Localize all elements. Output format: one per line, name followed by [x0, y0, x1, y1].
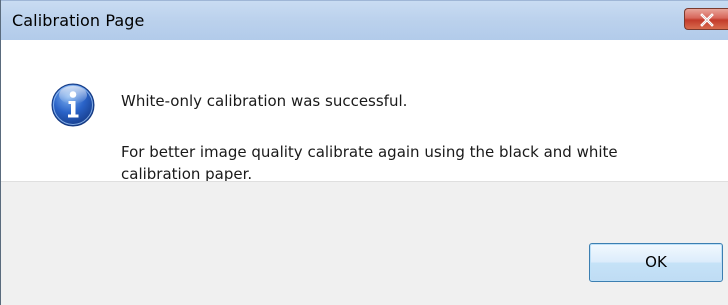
dialog-window: Calibration Page White-only calibration …	[0, 0, 728, 305]
info-icon	[51, 83, 95, 127]
dialog-body: White-only calibration was successful. F…	[1, 40, 728, 305]
window-title: Calibration Page	[12, 11, 145, 30]
button-bar: OK	[1, 181, 728, 305]
close-button[interactable]	[684, 8, 728, 30]
close-icon	[700, 13, 714, 27]
message-secondary: For better image quality calibrate again…	[121, 143, 618, 183]
message-area: White-only calibration was successful. F…	[1, 40, 728, 183]
title-bar[interactable]: Calibration Page	[1, 0, 728, 40]
message-primary: White-only calibration was successful.	[121, 92, 408, 110]
ok-button[interactable]: OK	[589, 243, 723, 282]
